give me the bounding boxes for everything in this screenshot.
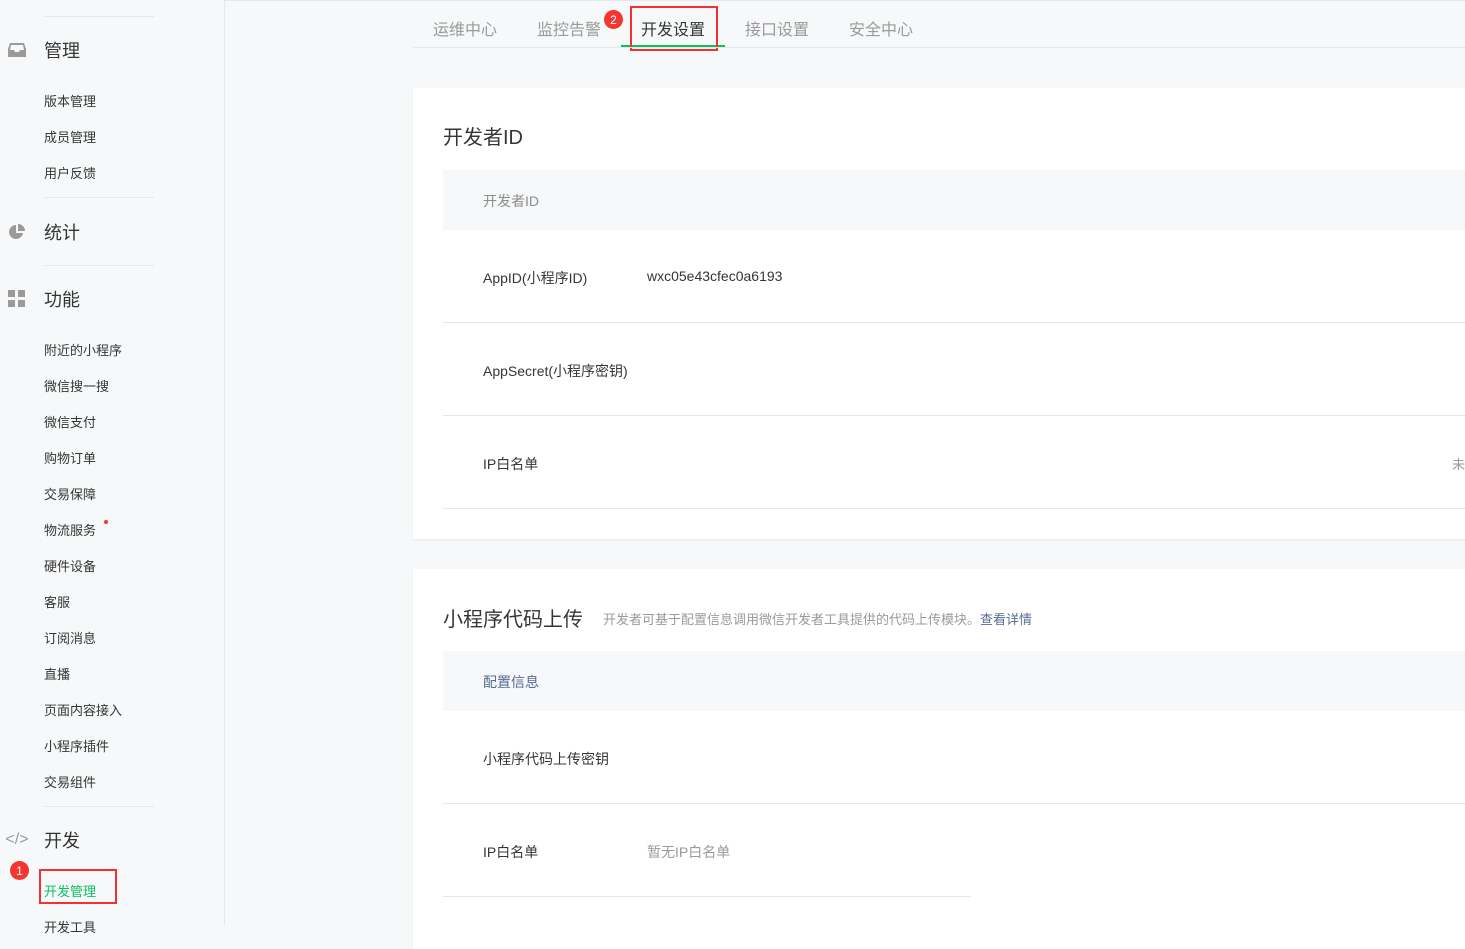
divider [44, 16, 154, 17]
sidebar-section-manage[interactable]: 管理 [0, 35, 80, 65]
sidebar-item-pay[interactable]: 微信支付 [44, 412, 96, 431]
sidebar-item-version[interactable]: 版本管理 [44, 91, 96, 110]
step-badge: 2 [604, 10, 623, 29]
row-label: 小程序代码上传密钥 [483, 751, 609, 767]
divider [44, 197, 154, 198]
grid-icon [0, 290, 44, 308]
tab-ops[interactable]: 运维中心 [433, 16, 497, 40]
sidebar-item-subscribe[interactable]: 订阅消息 [44, 628, 96, 647]
sidebar-item-live[interactable]: 直播 [44, 664, 70, 683]
divider [44, 806, 154, 807]
appid-value: wxc05e43cfec0a6193 [647, 268, 783, 284]
card-description: 开发者可基于配置信息调用微信开发者工具提供的代码上传模块。查看详情 [603, 609, 1032, 628]
table-row-appid: AppID(小程序ID) wxc05e43cfec0a6193 [443, 230, 1465, 323]
sidebar-item-content[interactable]: 页面内容接入 [44, 700, 122, 719]
table-row-upload-key: 小程序代码上传密钥 [443, 711, 1465, 804]
sidebar-item-dev-tools[interactable]: 开发工具 [44, 917, 96, 936]
tab-divider [413, 47, 1465, 48]
sidebar-item-members[interactable]: 成员管理 [44, 127, 96, 146]
sidebar-section-label: 统计 [44, 223, 80, 243]
sidebar-section-label: 开发 [44, 831, 80, 851]
sidebar-item-orders[interactable]: 购物订单 [44, 448, 96, 467]
tab-security[interactable]: 安全中心 [849, 16, 913, 40]
view-details-link[interactable]: 查看详情 [980, 612, 1032, 627]
new-dot [104, 520, 108, 524]
row-label: IP白名单 [483, 844, 539, 860]
code-upload-card: 小程序代码上传 开发者可基于配置信息调用微信开发者工具提供的代码上传模块。查看详… [413, 569, 1465, 949]
sidebar-section-stats[interactable]: 统计 [0, 217, 80, 247]
pie-chart-icon [0, 223, 44, 241]
sidebar-item-dev-manage[interactable]: 开发管理 [44, 881, 96, 900]
sidebar-item-nearby[interactable]: 附近的小程序 [44, 340, 122, 359]
sidebar-item-feedback[interactable]: 用户反馈 [44, 163, 96, 182]
sidebar-section-label: 管理 [44, 41, 80, 61]
developer-id-card: 开发者ID 开发者ID AppID(小程序ID) wxc05e43cfec0a6… [413, 88, 1465, 539]
step-badge: 1 [10, 861, 29, 880]
table-row-appsecret: AppSecret(小程序密钥) [443, 323, 1465, 416]
sidebar-section-features[interactable]: 功能 [0, 284, 80, 314]
inbox-icon [0, 42, 44, 58]
row-label: AppID(小程序ID) [483, 270, 588, 286]
sidebar-section-label: 功能 [44, 290, 80, 310]
row-value: 未 [1452, 457, 1465, 472]
table-header: 配置信息 [443, 651, 1465, 711]
sidebar-item-hardware[interactable]: 硬件设备 [44, 556, 96, 575]
row-value: 暂无IP白名单 [647, 844, 731, 860]
divider [44, 265, 154, 266]
sidebar-item-logistics[interactable]: 物流服务 [44, 520, 96, 539]
card-title: 小程序代码上传 [443, 609, 583, 631]
row-label: AppSecret(小程序密钥) [483, 363, 628, 379]
table-header: 开发者ID [443, 170, 1465, 230]
table-row-ip-whitelist: IP白名单 未 [443, 416, 1465, 509]
code-icon: </> [5, 831, 29, 848]
highlight-box [630, 6, 718, 51]
sidebar-section-dev[interactable]: </> 开发 [0, 825, 80, 855]
card-title: 开发者ID [443, 127, 523, 149]
sidebar-item-plugin[interactable]: 小程序插件 [44, 736, 109, 755]
description-text: 开发者可基于配置信息调用微信开发者工具提供的代码上传模块。 [603, 612, 981, 627]
sidebar-item-search[interactable]: 微信搜一搜 [44, 376, 109, 395]
header-label: 配置信息 [483, 674, 539, 690]
row-label: IP白名单 [483, 456, 539, 472]
table-row-ip-whitelist: IP白名单 暂无IP白名单 [443, 804, 971, 897]
top-border [225, 0, 1465, 1]
header-label: 开发者ID [483, 193, 539, 209]
sidebar-item-guarantee[interactable]: 交易保障 [44, 484, 96, 503]
tab-monitor[interactable]: 监控告警 [537, 16, 601, 40]
sidebar-item-service[interactable]: 客服 [44, 592, 70, 611]
sidebar: 管理 版本管理 成员管理 用户反馈 统计 功能 附近的小程序 微信搜一搜 微信支… [0, 0, 225, 935]
tab-api-settings[interactable]: 接口设置 [745, 16, 809, 40]
sidebar-item-trade[interactable]: 交易组件 [44, 772, 96, 791]
